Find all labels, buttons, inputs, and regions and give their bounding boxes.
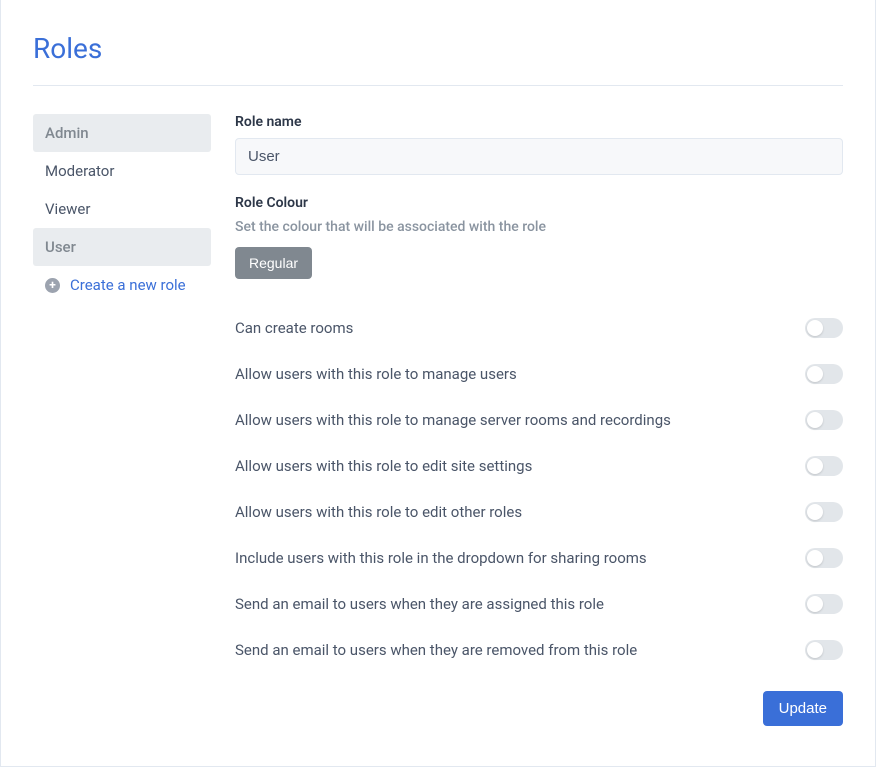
role-item-user[interactable]: User [33,228,211,266]
role-colour-hint: Set the colour that will be associated w… [235,219,843,235]
role-item-label: Admin [45,124,89,142]
permission-row: Send an email to users when they are rem… [235,627,843,673]
permission-toggle-edit-site-settings[interactable] [805,456,843,476]
role-item-moderator[interactable]: Moderator [33,152,211,190]
role-colour-label: Role Colour [235,195,843,211]
permission-row: Allow users with this role to manage ser… [235,397,843,443]
permission-toggle-sharing-dropdown[interactable] [805,548,843,568]
permission-row: Allow users with this role to manage use… [235,351,843,397]
update-button[interactable]: Update [763,691,843,726]
permission-row: Send an email to users when they are ass… [235,581,843,627]
permission-label: Allow users with this role to edit other… [235,503,522,521]
toggle-knob [807,550,823,566]
roles-sidebar: Admin Moderator Viewer User + Create a n… [33,114,211,726]
permission-row: Allow users with this role to edit other… [235,489,843,535]
permission-toggle-manage-server-rooms[interactable] [805,410,843,430]
create-role-label: Create a new role [70,276,186,294]
permission-toggle-can-create-rooms[interactable] [805,318,843,338]
page-title: Roles [33,32,843,65]
role-name-label: Role name [235,114,843,130]
permission-label: Allow users with this role to manage use… [235,365,517,383]
divider [33,85,843,86]
role-item-viewer[interactable]: Viewer [33,190,211,228]
permission-label: Allow users with this role to manage ser… [235,411,671,429]
role-item-admin[interactable]: Admin [33,114,211,152]
roles-panel: Roles Admin Moderator Viewer User + Crea… [0,0,876,767]
toggle-knob [807,412,823,428]
create-role-button[interactable]: + Create a new role [33,266,211,304]
permission-toggle-edit-other-roles[interactable] [805,502,843,522]
toggle-knob [807,458,823,474]
content: Admin Moderator Viewer User + Create a n… [33,114,843,726]
role-form: Role name Role Colour Set the colour tha… [235,114,843,726]
permission-toggle-email-removed[interactable] [805,640,843,660]
role-item-label: Viewer [45,200,90,218]
permission-label: Send an email to users when they are rem… [235,641,637,659]
toggle-knob [807,320,823,336]
permission-row: Can create rooms [235,305,843,351]
permission-label: Allow users with this role to edit site … [235,457,532,475]
permission-toggle-manage-users[interactable] [805,364,843,384]
permission-label: Send an email to users when they are ass… [235,595,604,613]
toggle-knob [807,596,823,612]
plus-circle-icon: + [45,278,60,293]
role-name-input[interactable] [235,138,843,175]
toggle-knob [807,366,823,382]
role-colour-button[interactable]: Regular [235,247,312,279]
permission-label: Include users with this role in the drop… [235,549,647,567]
permission-row: Allow users with this role to edit site … [235,443,843,489]
permission-label: Can create rooms [235,319,353,337]
form-footer: Update [235,691,843,726]
permission-row: Include users with this role in the drop… [235,535,843,581]
toggle-knob [807,504,823,520]
role-item-label: Moderator [45,162,114,180]
role-item-label: User [45,238,76,256]
permission-toggle-email-assigned[interactable] [805,594,843,614]
toggle-knob [807,642,823,658]
